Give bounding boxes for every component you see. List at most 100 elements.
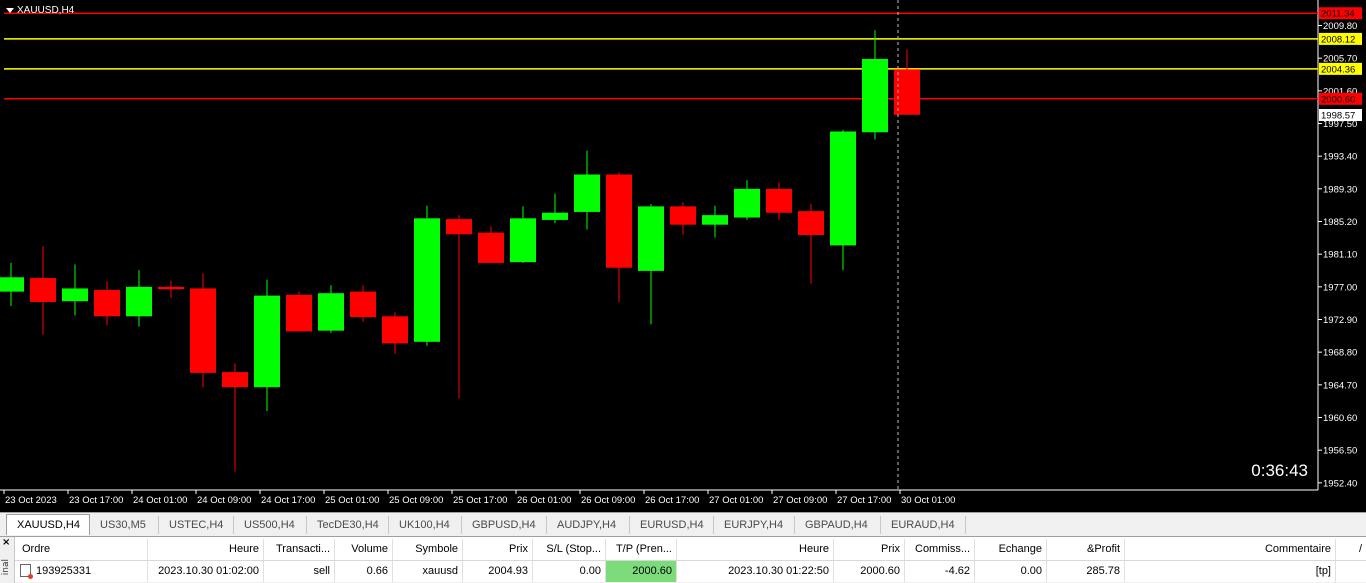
bear-candle [382,316,408,344]
col-header-order[interactable]: Ordre [15,539,148,560]
col-header-time[interactable]: Heure [148,539,264,560]
col-header-symbol[interactable]: Symbole [393,539,463,560]
price-level-label: 2011.34 [1321,9,1355,20]
bull-candle [638,206,664,271]
chart-menu-triangle-icon[interactable] [6,7,14,13]
price-tick-label: 1968.80 [1323,348,1357,359]
col-header-volume[interactable]: Volume [335,539,393,560]
price-tick-label: 1981.10 [1323,250,1357,261]
col-header-comment[interactable]: Commentaire [1125,539,1336,560]
bar-countdown-timer: 0:36:43 [1251,461,1308,480]
cell-volume: 0.66 [335,561,393,582]
time-tick-label: 30 Oct 01:00 [901,495,955,506]
tab-us500-h4[interactable]: US500,H4 [234,516,307,534]
bear-candle [94,290,120,317]
tab-ustec-h4[interactable]: USTEC,H4 [159,516,234,534]
col-header-close-price[interactable]: Prix [834,539,905,560]
bear-candle [158,286,184,290]
tab-gbpusd-h4[interactable]: GBPUSD,H4 [462,516,547,534]
col-header-tp[interactable]: T/P (Pren... [606,539,677,560]
tab-eurusd-h4[interactable]: EURUSD,H4 [630,516,714,534]
cell-order: 193925331 [15,561,148,582]
table-row[interactable]: 193925331 2023.10.30 01:02:00 sell 0.66 … [15,561,1366,582]
price-level-label: 2000.60 [1321,94,1355,105]
bear-candle [798,211,824,236]
closed-order-icon [20,563,33,579]
tab-audjpy-h4[interactable]: AUDJPY,H4 [547,516,630,534]
bear-candle [670,206,696,225]
time-tick-label: 23 Oct 17:00 [69,495,123,506]
bull-candle [318,293,344,331]
sort-arrow-icon[interactable]: / [1336,539,1366,560]
time-tick-label: 24 Oct 17:00 [261,495,315,506]
col-header-commission[interactable]: Commiss... [905,539,975,560]
bull-candle [830,131,856,246]
time-tick-label: 26 Oct 09:00 [581,495,635,506]
price-level-label: 2004.36 [1321,64,1355,75]
col-header-type[interactable]: Transacti... [264,539,335,560]
cell-comment: [tp] [1125,561,1336,582]
terminal-close-icon[interactable]: × [2,537,10,548]
symbol-tabs-bar: XAUUSD,H4 US30,M5 USTEC,H4 US500,H4 TecD… [0,512,1366,536]
time-tick-label: 24 Oct 09:00 [197,495,251,506]
time-tick-label: 26 Oct 17:00 [645,495,699,506]
cell-time: 2023.10.30 01:02:00 [148,561,264,582]
price-level-label: 2008.12 [1321,34,1355,45]
bear-candle [30,278,56,302]
time-tick-label: 24 Oct 01:00 [133,495,187,506]
terminal-side-label: inal [1,559,11,576]
price-tick-label: 1960.60 [1323,413,1357,424]
tab-euraud-h4[interactable]: EURAUD,H4 [881,516,966,534]
bear-candle [350,291,376,318]
col-header-close-time[interactable]: Heure [677,539,834,560]
time-tick-label: 27 Oct 01:00 [709,495,763,506]
price-chart[interactable]: XAUUSD,H4 2009.80 2005.70 2001.60 1997.50 19… [0,0,1366,512]
tab-us30-m5[interactable]: US30,M5 [90,516,159,534]
cell-order-text: 193925331 [36,565,92,577]
col-header-swap[interactable]: Echange [975,539,1047,560]
bear-candle [286,294,312,332]
bear-candle [190,288,216,373]
col-header-price[interactable]: Prix [463,539,533,560]
current-price-label: 1998.57 [1321,110,1355,121]
bear-candle [606,174,632,268]
bull-candle [542,212,568,220]
time-tick-label: 27 Oct 09:00 [773,495,827,506]
tab-eurjpy-h4[interactable]: EURJPY,H4 [714,516,795,534]
col-header-profit[interactable]: &Profit [1047,539,1125,560]
chart-title[interactable]: XAUUSD,H4 [6,5,74,16]
price-tick-label: 1952.40 [1323,478,1357,489]
cell-tp: 2000.60 [606,561,677,582]
cell-symbol: xauusd [393,561,463,582]
bear-candle [766,188,792,213]
price-tick-label: 2009.80 [1323,21,1357,32]
bull-candle [510,218,536,263]
terminal-panel: × inal Ordre Heure Transacti... Volume S… [0,536,1366,583]
price-tick-label: 1964.70 [1323,380,1357,391]
cell-commission: -4.62 [905,561,975,582]
bull-candle [702,215,728,225]
tab-tecde30-h4[interactable]: TecDE30,H4 [307,516,389,534]
bull-candle [62,288,88,302]
bull-candle [414,218,440,342]
bear-candle [478,232,504,263]
tab-uk100-h4[interactable]: UK100,H4 [389,516,462,534]
history-table-header: Ordre Heure Transacti... Volume Symbole … [15,539,1366,561]
bull-candle [734,188,760,218]
cell-profit: 285.78 [1047,561,1125,582]
bear-candle [222,372,248,388]
tab-xauusd-h4[interactable]: XAUUSD,H4 [6,514,90,535]
bull-candle [574,174,600,212]
bear-candle [446,219,472,235]
time-tick-label: 23 Oct 2023 [5,495,57,506]
time-tick-label: 27 Oct 17:00 [837,495,891,506]
bull-candle [862,58,888,133]
candlestick-chart-svg[interactable]: 2009.802005.702001.601997.501993.401989.… [0,0,1366,512]
col-header-sl[interactable]: S/L (Stop... [533,539,606,560]
tab-gbpaud-h4[interactable]: GBPAUD,H4 [795,516,881,534]
price-tick-label: 1956.50 [1323,446,1357,457]
bull-candle [0,277,24,292]
chart-title-text: XAUUSD,H4 [17,5,75,16]
cell-swap: 0.00 [975,561,1047,582]
cell-close-time: 2023.10.30 01:22:50 [677,561,834,582]
